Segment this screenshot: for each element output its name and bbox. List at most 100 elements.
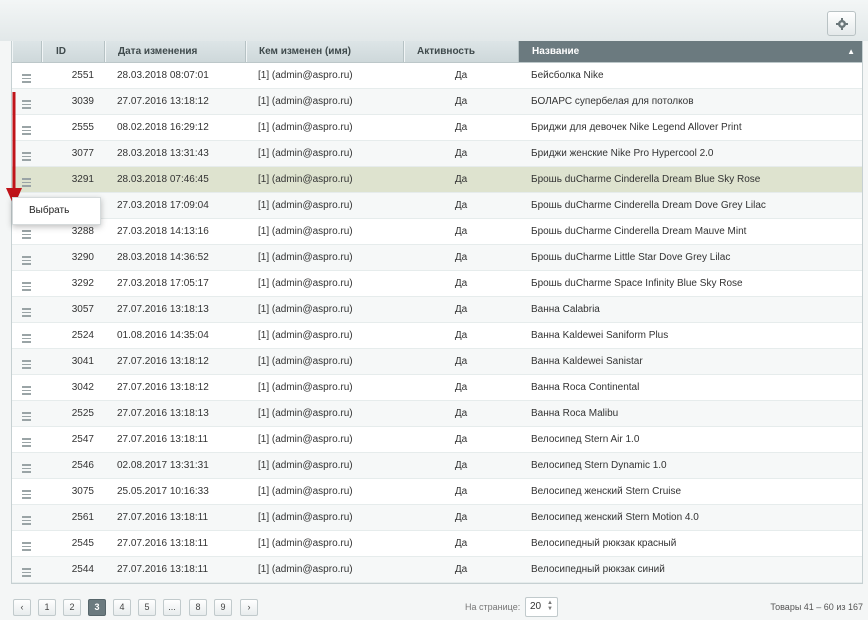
row-menu-icon[interactable]	[22, 89, 34, 115]
row-menu-icon[interactable]	[22, 297, 34, 323]
row-menu-icon[interactable]	[22, 531, 34, 557]
table-row[interactable]: 3292 27.03.2018 17:05:17 [1] (admin@aspro.…	[12, 271, 862, 297]
cell-date: 28.03.2018 13:31:43	[117, 148, 209, 159]
table-row[interactable]: 3075 25.05.2017 10:16:33 [1] (admin@aspro.…	[12, 479, 862, 505]
cell-id: 2546	[71, 460, 94, 471]
page-button[interactable]: 4	[113, 599, 131, 616]
header-active[interactable]: Активность	[404, 41, 519, 62]
cell-date: 27.07.2016 13:18:11	[117, 512, 209, 523]
prev-page-button[interactable]: ‹	[13, 599, 31, 616]
cell-name[interactable]: Велосипед Stern Air 1.0	[531, 427, 639, 453]
page-button[interactable]: 2	[63, 599, 81, 616]
cell-date: 27.03.2018 17:05:17	[117, 278, 209, 289]
cell-name[interactable]: Велосипед Stern Dynamic 1.0	[531, 453, 667, 479]
cell-id: 2545	[71, 538, 94, 549]
header-id[interactable]: ID	[42, 41, 105, 62]
page-button[interactable]: 8	[189, 599, 207, 616]
page-button[interactable]: 9	[214, 599, 232, 616]
table-row[interactable]: 2546 02.08.2017 13:31:31 [1] (admin@aspro.…	[12, 453, 862, 479]
table-row[interactable]: 2525 27.07.2016 13:18:13 [1] (admin@aspro.…	[12, 401, 862, 427]
cell-name[interactable]: Бриджи для девочек Nike Legend Allover P…	[531, 115, 742, 141]
cell-name[interactable]: Брошь duCharme Cinderella Dream Dove Gre…	[531, 193, 766, 219]
row-menu-icon[interactable]	[22, 63, 34, 89]
row-menu-icon[interactable]	[22, 453, 34, 479]
page-button[interactable]: 5	[138, 599, 156, 616]
table-row[interactable]: 3039 27.07.2016 13:18:12 [1] (admin@aspro.…	[12, 89, 862, 115]
row-menu-icon[interactable]	[22, 245, 34, 271]
cell-active: Да	[454, 122, 468, 133]
table-row[interactable]: 2545 27.07.2016 13:18:11 [1] (admin@aspro.…	[12, 531, 862, 557]
cell-modified-by: [1] (admin@aspro.ru)	[258, 564, 353, 575]
table-row[interactable]: 3057 27.07.2016 13:18:13 [1] (admin@aspro.…	[12, 297, 862, 323]
table-row[interactable]: 2555 08.02.2018 16:29:12 [1] (admin@aspro.…	[12, 115, 862, 141]
row-menu-icon[interactable]	[22, 271, 34, 297]
cell-name[interactable]: Велосипед женский Stern Motion 4.0	[531, 505, 699, 531]
table-row[interactable]: 3041 27.07.2016 13:18:12 [1] (admin@aspro.…	[12, 349, 862, 375]
cell-id: 2524	[71, 330, 94, 341]
row-menu-icon[interactable]	[22, 505, 34, 531]
context-menu-select[interactable]: Выбрать	[29, 198, 69, 224]
row-menu-icon[interactable]	[22, 401, 34, 427]
cell-id: 2555	[71, 122, 94, 133]
cell-name[interactable]: Бриджи женские Nike Pro Hypercool 2.0	[531, 141, 714, 167]
row-menu-icon[interactable]	[22, 141, 34, 167]
cell-modified-by: [1] (admin@aspro.ru)	[258, 408, 353, 419]
table-row[interactable]: 3291 28.03.2018 07:46:45 [1] (admin@aspro.…	[12, 167, 862, 193]
cell-name[interactable]: Брошь duCharme Cinderella Dream Mauve Mi…	[531, 219, 746, 245]
cell-modified-by: [1] (admin@aspro.ru)	[258, 512, 353, 523]
page-button-current[interactable]: 3	[88, 599, 106, 616]
cell-modified-by: [1] (admin@aspro.ru)	[258, 304, 353, 315]
header-date[interactable]: Дата изменения	[105, 41, 246, 62]
table-row[interactable]: 2547 27.07.2016 13:18:11 [1] (admin@aspro.…	[12, 427, 862, 453]
per-page-select[interactable]: 20 ▲ ▼	[525, 597, 558, 617]
row-menu-icon[interactable]	[22, 167, 34, 193]
total-count: Товары 41 – 60 из 167	[770, 602, 863, 612]
table-row[interactable]: 2561 27.07.2016 13:18:11 [1] (admin@aspro.…	[12, 505, 862, 531]
cell-date: 27.07.2016 13:18:11	[117, 538, 209, 549]
cell-name[interactable]: Ванна Calabria	[531, 297, 600, 323]
cell-name[interactable]: Ванна Kaldewei Saniform Plus	[531, 323, 668, 349]
row-menu-icon[interactable]	[22, 427, 34, 453]
cell-modified-by: [1] (admin@aspro.ru)	[258, 538, 353, 549]
row-menu-icon[interactable]	[22, 323, 34, 349]
cell-id: 2544	[71, 564, 94, 575]
cell-name[interactable]: БОЛАРС супербелая для потолков	[531, 89, 694, 115]
cell-modified-by: [1] (admin@aspro.ru)	[258, 460, 353, 471]
cell-name[interactable]: Брошь duCharme Space Infinity Blue Sky R…	[531, 271, 743, 297]
cell-name[interactable]: Велосипедный рюкзак синий	[531, 557, 665, 583]
table-row[interactable]: 2551 28.03.2018 08:07:01 [1] (admin@aspro.…	[12, 63, 862, 89]
row-menu-icon[interactable]	[22, 115, 34, 141]
table-row[interactable]: 3288 27.03.2018 14:13:16 [1] (admin@aspro.…	[12, 219, 862, 245]
cell-name[interactable]: Велосипедный рюкзак красный	[531, 531, 676, 557]
cell-name[interactable]: Ванна Roca Malibu	[531, 401, 618, 427]
table-row[interactable]: 3042 27.07.2016 13:18:12 [1] (admin@aspro.…	[12, 375, 862, 401]
cell-active: Да	[454, 174, 468, 185]
cell-name[interactable]: Бейсболка Nike	[531, 63, 604, 89]
cell-active: Да	[454, 304, 468, 315]
cell-date: 27.07.2016 13:18:12	[117, 96, 209, 107]
page-ellipsis-button[interactable]: ...	[163, 599, 181, 616]
table-row[interactable]: 2524 01.08.2016 14:35:04 [1] (admin@aspro.…	[12, 323, 862, 349]
settings-button[interactable]	[827, 11, 856, 36]
table-row[interactable]: 3077 28.03.2018 13:31:43 [1] (admin@aspro.…	[12, 141, 862, 167]
cell-name[interactable]: Брошь duCharme Little Star Dove Grey Lil…	[531, 245, 730, 271]
cell-name[interactable]: Ванна Roca Continental	[531, 375, 639, 401]
cell-modified-by: [1] (admin@aspro.ru)	[258, 356, 353, 367]
header-modified-by[interactable]: Кем изменен (имя)	[246, 41, 404, 62]
cell-active: Да	[454, 486, 468, 497]
row-menu-icon[interactable]	[22, 557, 34, 583]
cell-active: Да	[454, 564, 468, 575]
table-row[interactable]: 3290 28.03.2018 14:36:52 [1] (admin@aspro.…	[12, 245, 862, 271]
cell-name[interactable]: Ванна Kaldewei Sanistar	[531, 349, 643, 375]
cell-name[interactable]: Брошь duCharme Cinderella Dream Blue Sky…	[531, 167, 760, 193]
table-row[interactable]: 27.03.2018 17:09:04 [1] (admin@aspro.ru) Д…	[12, 193, 862, 219]
cell-active: Да	[454, 96, 468, 107]
page-button[interactable]: 1	[38, 599, 56, 616]
next-page-button[interactable]: ›	[240, 599, 258, 616]
header-name[interactable]: Название ▲	[519, 41, 862, 62]
row-menu-icon[interactable]	[22, 349, 34, 375]
cell-name[interactable]: Велосипед женский Stern Cruise	[531, 479, 681, 505]
row-menu-icon[interactable]	[22, 479, 34, 505]
row-menu-icon[interactable]	[22, 375, 34, 401]
table-row[interactable]: 2544 27.07.2016 13:18:11 [1] (admin@aspro.…	[12, 557, 862, 583]
